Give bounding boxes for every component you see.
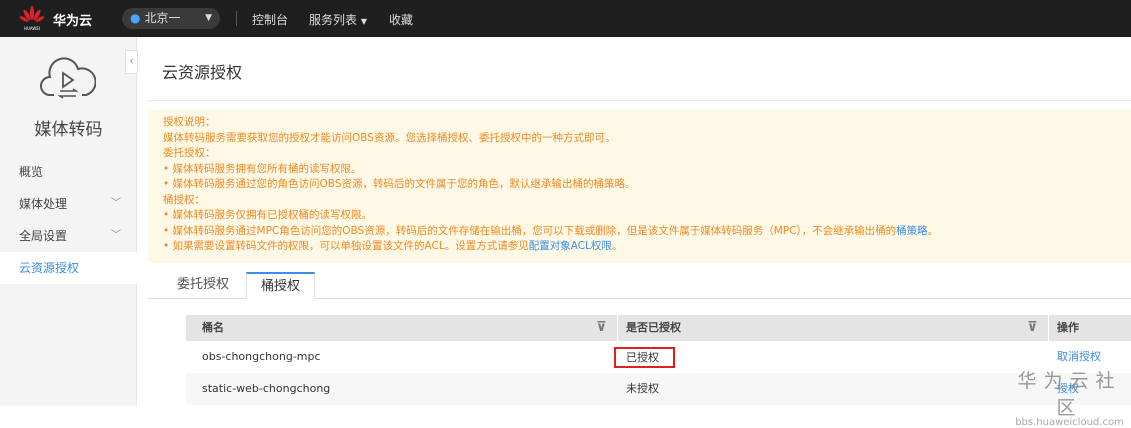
chevron-down-icon: ﹀	[111, 230, 121, 241]
caret-down-icon: ▼	[360, 17, 367, 26]
auth-status: 已授权	[614, 347, 675, 368]
nav-favorites[interactable]: 收藏	[389, 11, 413, 28]
tab-bucket-auth[interactable]: 桶授权	[246, 272, 316, 299]
header-bucket-name: 桶名	[202, 321, 224, 334]
sidebar-item-label: 云资源授权	[19, 261, 80, 275]
sidebar-item-label: 媒体处理	[19, 197, 68, 211]
notice-line: 桶授权：	[163, 193, 205, 206]
watermark-title: 华为云社区	[1017, 370, 1122, 419]
bucket-name: static-web-chongchong	[202, 382, 331, 395]
top-bar: HUAWEI 华为云 ● 北京一 ▼ 控制台 服务列表 ▼ 收藏	[0, 0, 1131, 37]
watermark: 华为云社区 bbs.huaweicloud.com	[1008, 366, 1131, 428]
bucket-policy-link[interactable]: 桶策略	[896, 225, 928, 237]
nav-service-list-label: 服务列表	[309, 13, 358, 27]
service-name: 媒体转码	[34, 120, 103, 140]
notice-text: 。	[927, 224, 939, 237]
table-row: obs-chongchong-mpc 已授权 取消授权	[186, 341, 1131, 373]
tab-delegation-auth[interactable]: 委托授权	[163, 272, 243, 299]
sidebar-item-label: 全局设置	[19, 229, 68, 243]
notice-line: 授权说明：	[163, 116, 216, 128]
huawei-logo[interactable]: HUAWEI	[20, 5, 44, 31]
notice-line: • 媒体转码服务通过MPC角色访问您的OBS资源，转码后的文件存储在输出桶，您可…	[163, 224, 1131, 240]
header-authorized: 是否已授权	[626, 321, 681, 334]
filter-icon[interactable]: ⊽	[1027, 315, 1038, 341]
notice-text: • 如果需要设置转码文件的权限，可以单独设置该文件的ACL。设置方式请参见	[163, 240, 529, 252]
notice-line: • 媒体转码服务拥有您所有桶的读写权限。	[163, 162, 362, 175]
table-header: 桶名 ⊽ 是否已授权 ⊽ 操作	[186, 315, 1131, 341]
sidebar-item-overview[interactable]: 概览	[0, 156, 137, 188]
header-actions: 操作	[1057, 321, 1079, 334]
divider	[148, 100, 1131, 101]
sidebar-item-media-processing[interactable]: 媒体处理 ﹀	[0, 188, 137, 220]
filter-icon[interactable]: ⊽	[596, 315, 607, 341]
nav-service-list[interactable]: 服务列表 ▼	[309, 11, 367, 28]
nav-console[interactable]: 控制台	[252, 11, 288, 28]
sidebar-item-cloud-resource-auth[interactable]: 云资源授权	[0, 252, 137, 284]
divider	[236, 11, 237, 26]
region-select[interactable]: ● 北京一 ▼	[122, 8, 220, 29]
auth-notice: 授权说明： 媒体转码服务需要获取您的授权才能访问OBS资源。您选择桶授权、委托授…	[148, 110, 1131, 263]
page-title: 云资源授权	[162, 63, 243, 82]
caret-down-icon: ▼	[205, 13, 212, 23]
column-divider	[617, 315, 618, 341]
collapse-sidebar-button[interactable]: ‹	[125, 50, 138, 74]
watermark-url: bbs.huaweicloud.com	[1015, 417, 1124, 428]
notice-text: 。	[611, 240, 623, 252]
chevron-down-icon: ﹀	[111, 198, 121, 209]
bucket-table: 桶名 ⊽ 是否已授权 ⊽ 操作 obs-chongchong-mpc 已授权 取…	[186, 315, 1131, 405]
sidebar: 媒体转码 概览 媒体处理 ﹀ 全局设置 ﹀ 云资源授权	[0, 37, 137, 406]
region-label: 北京一	[144, 11, 181, 25]
column-divider	[1048, 315, 1049, 341]
notice-line: • 如果需要设置转码文件的权限，可以单独设置该文件的ACL。设置方式请参见配置对…	[163, 239, 1131, 255]
notice-line: 媒体转码服务需要获取您的授权才能访问OBS资源。您选择桶授权、委托授权中的一种方…	[163, 131, 616, 144]
notice-line: • 媒体转码服务仅拥有已授权桶的读写权限。	[163, 209, 373, 221]
brand-name: 华为云	[53, 14, 93, 29]
bucket-name: obs-chongchong-mpc	[202, 350, 321, 363]
sidebar-item-label: 概览	[19, 165, 44, 179]
sidebar-item-global-settings[interactable]: 全局设置 ﹀	[0, 220, 137, 252]
media-transcode-cloud-icon	[40, 57, 96, 99]
table-row: static-web-chongchong 未授权 授权	[186, 373, 1131, 405]
notice-line: 委托授权：	[163, 147, 216, 159]
notice-line: • 媒体转码服务通过您的角色访问OBS资源，转码后的文件属于您的角色，默认继承输…	[163, 178, 636, 190]
config-acl-link[interactable]: 配置对象ACL权限	[529, 240, 612, 252]
auth-status: 未授权	[626, 382, 659, 395]
svg-text:HUAWEI: HUAWEI	[24, 26, 40, 31]
notice-text: • 媒体转码服务通过MPC角色访问您的OBS资源，转码后的文件存储在输出桶，您可…	[163, 224, 897, 237]
location-pin-icon: ●	[130, 11, 141, 25]
